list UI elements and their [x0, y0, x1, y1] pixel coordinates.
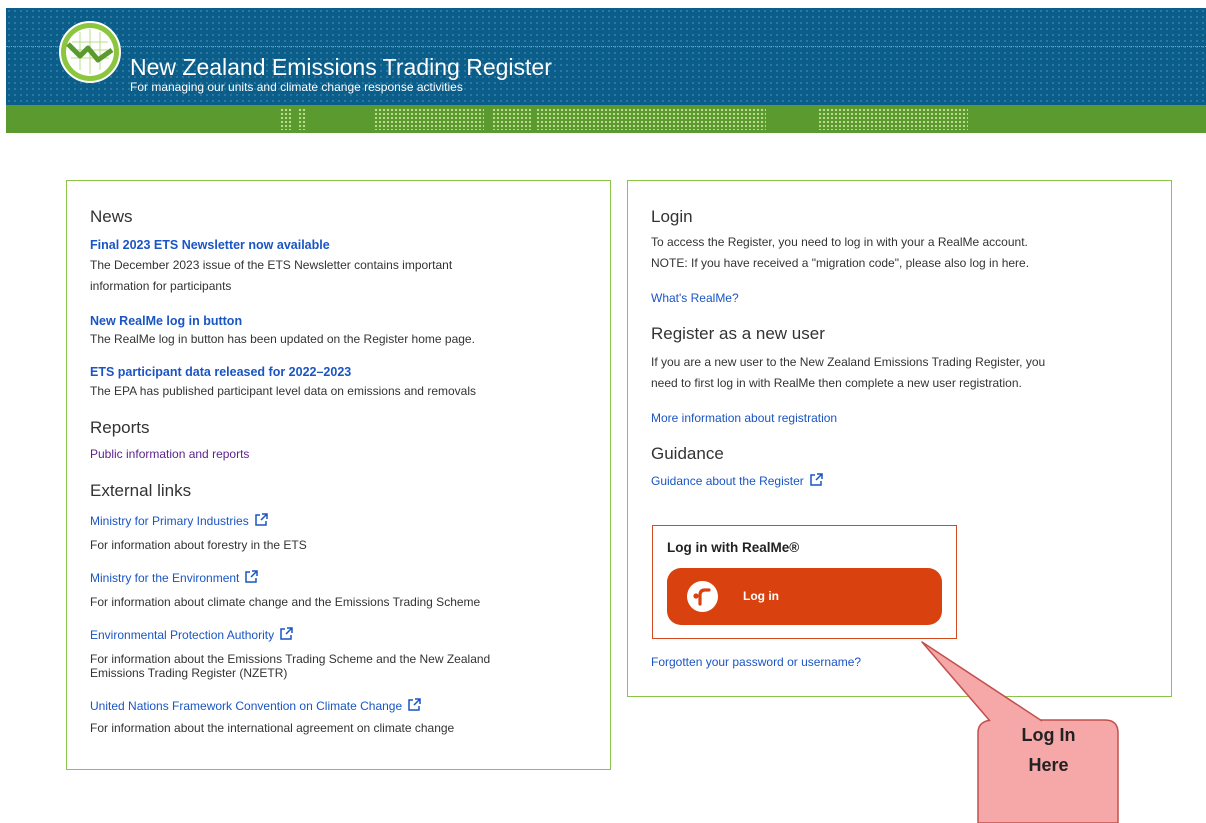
external-links-heading: External links: [90, 481, 192, 500]
guidance-link[interactable]: Guidance about the Register: [651, 473, 823, 488]
callout-text: Log In Here: [978, 720, 1119, 780]
site-tagline: For managing our units and climate chang…: [130, 80, 463, 94]
reports-heading: Reports: [90, 418, 150, 437]
site-title: New Zealand Emissions Trading Register: [130, 54, 552, 80]
news-link-newsletter[interactable]: Final 2023 ETS Newsletter now available: [90, 238, 330, 252]
external-link-mpi[interactable]: Ministry for Primary Industries: [90, 513, 268, 528]
news-text-participant-data: The EPA has published participant level …: [90, 384, 476, 398]
whats-realme-link[interactable]: What's RealMe?: [651, 291, 739, 305]
news-link-realme-button[interactable]: New RealMe log in button: [90, 314, 242, 328]
realme-login-box: Log in with RealMe® Log in: [652, 525, 957, 639]
map-dots: [298, 108, 306, 130]
map-dots: [492, 108, 532, 130]
callout-line-2: Here: [1028, 755, 1069, 775]
guidance-link-label: Guidance about the Register: [651, 474, 804, 488]
realme-logo-icon: [687, 581, 718, 612]
etr-logo-icon[interactable]: [58, 20, 122, 84]
realme-title: Log in with RealMe®: [667, 540, 800, 555]
external-link-icon: [408, 698, 421, 711]
external-link-icon: [254, 513, 268, 526]
realme-login-button[interactable]: Log in: [667, 568, 942, 625]
external-text-mpi: For information about forestry in the ET…: [90, 538, 307, 552]
callout-line-1: Log In: [1021, 725, 1076, 745]
realme-login-label: Log in: [743, 589, 779, 603]
external-link-unfccc[interactable]: United Nations Framework Convention on C…: [90, 698, 421, 713]
external-link-icon: [280, 627, 293, 640]
external-text-epa: For information about the Emissions Trad…: [90, 652, 491, 680]
header-dotted-line: [6, 46, 1206, 47]
login-instructions: To access the Register, you need to log …: [651, 235, 1030, 270]
external-link-epa[interactable]: Environmental Protection Authority: [90, 627, 293, 642]
map-dots: [818, 108, 968, 130]
external-text-unfccc: For information about the international …: [90, 721, 455, 735]
register-heading: Register as a new user: [651, 324, 825, 343]
news-text-realme-button: The RealMe log in button has been update…: [90, 332, 475, 346]
world-map-band: [6, 105, 1206, 133]
login-heading: Login: [651, 207, 693, 226]
external-link-label: Ministry for Primary Industries: [90, 514, 249, 528]
registration-info-link[interactable]: More information about registration: [651, 411, 837, 425]
external-text-mfe: For information about climate change and…: [90, 595, 481, 609]
site-header: New Zealand Emissions Trading Register F…: [6, 8, 1206, 105]
public-info-reports-link[interactable]: Public information and reports: [90, 447, 249, 461]
map-dots: [280, 108, 292, 130]
external-link-label: Environmental Protection Authority: [90, 628, 275, 642]
news-link-participant-data[interactable]: ETS participant data released for 2022–2…: [90, 365, 351, 379]
map-dots: [374, 108, 484, 130]
external-link-mfe[interactable]: Ministry for the Environment: [90, 570, 259, 585]
news-text-newsletter: The December 2023 issue of the ETS Newsl…: [90, 258, 453, 293]
external-link-label: United Nations Framework Convention on C…: [90, 699, 403, 713]
map-dots: [536, 108, 766, 130]
news-heading: News: [90, 207, 133, 226]
external-link-icon: [810, 473, 823, 486]
external-link-icon: [245, 570, 259, 583]
forgot-credentials-link[interactable]: Forgotten your password or username?: [651, 655, 861, 669]
register-instructions: If you are a new user to the New Zealand…: [651, 355, 1046, 390]
external-link-label: Ministry for the Environment: [90, 571, 240, 585]
guidance-heading: Guidance: [651, 444, 724, 463]
